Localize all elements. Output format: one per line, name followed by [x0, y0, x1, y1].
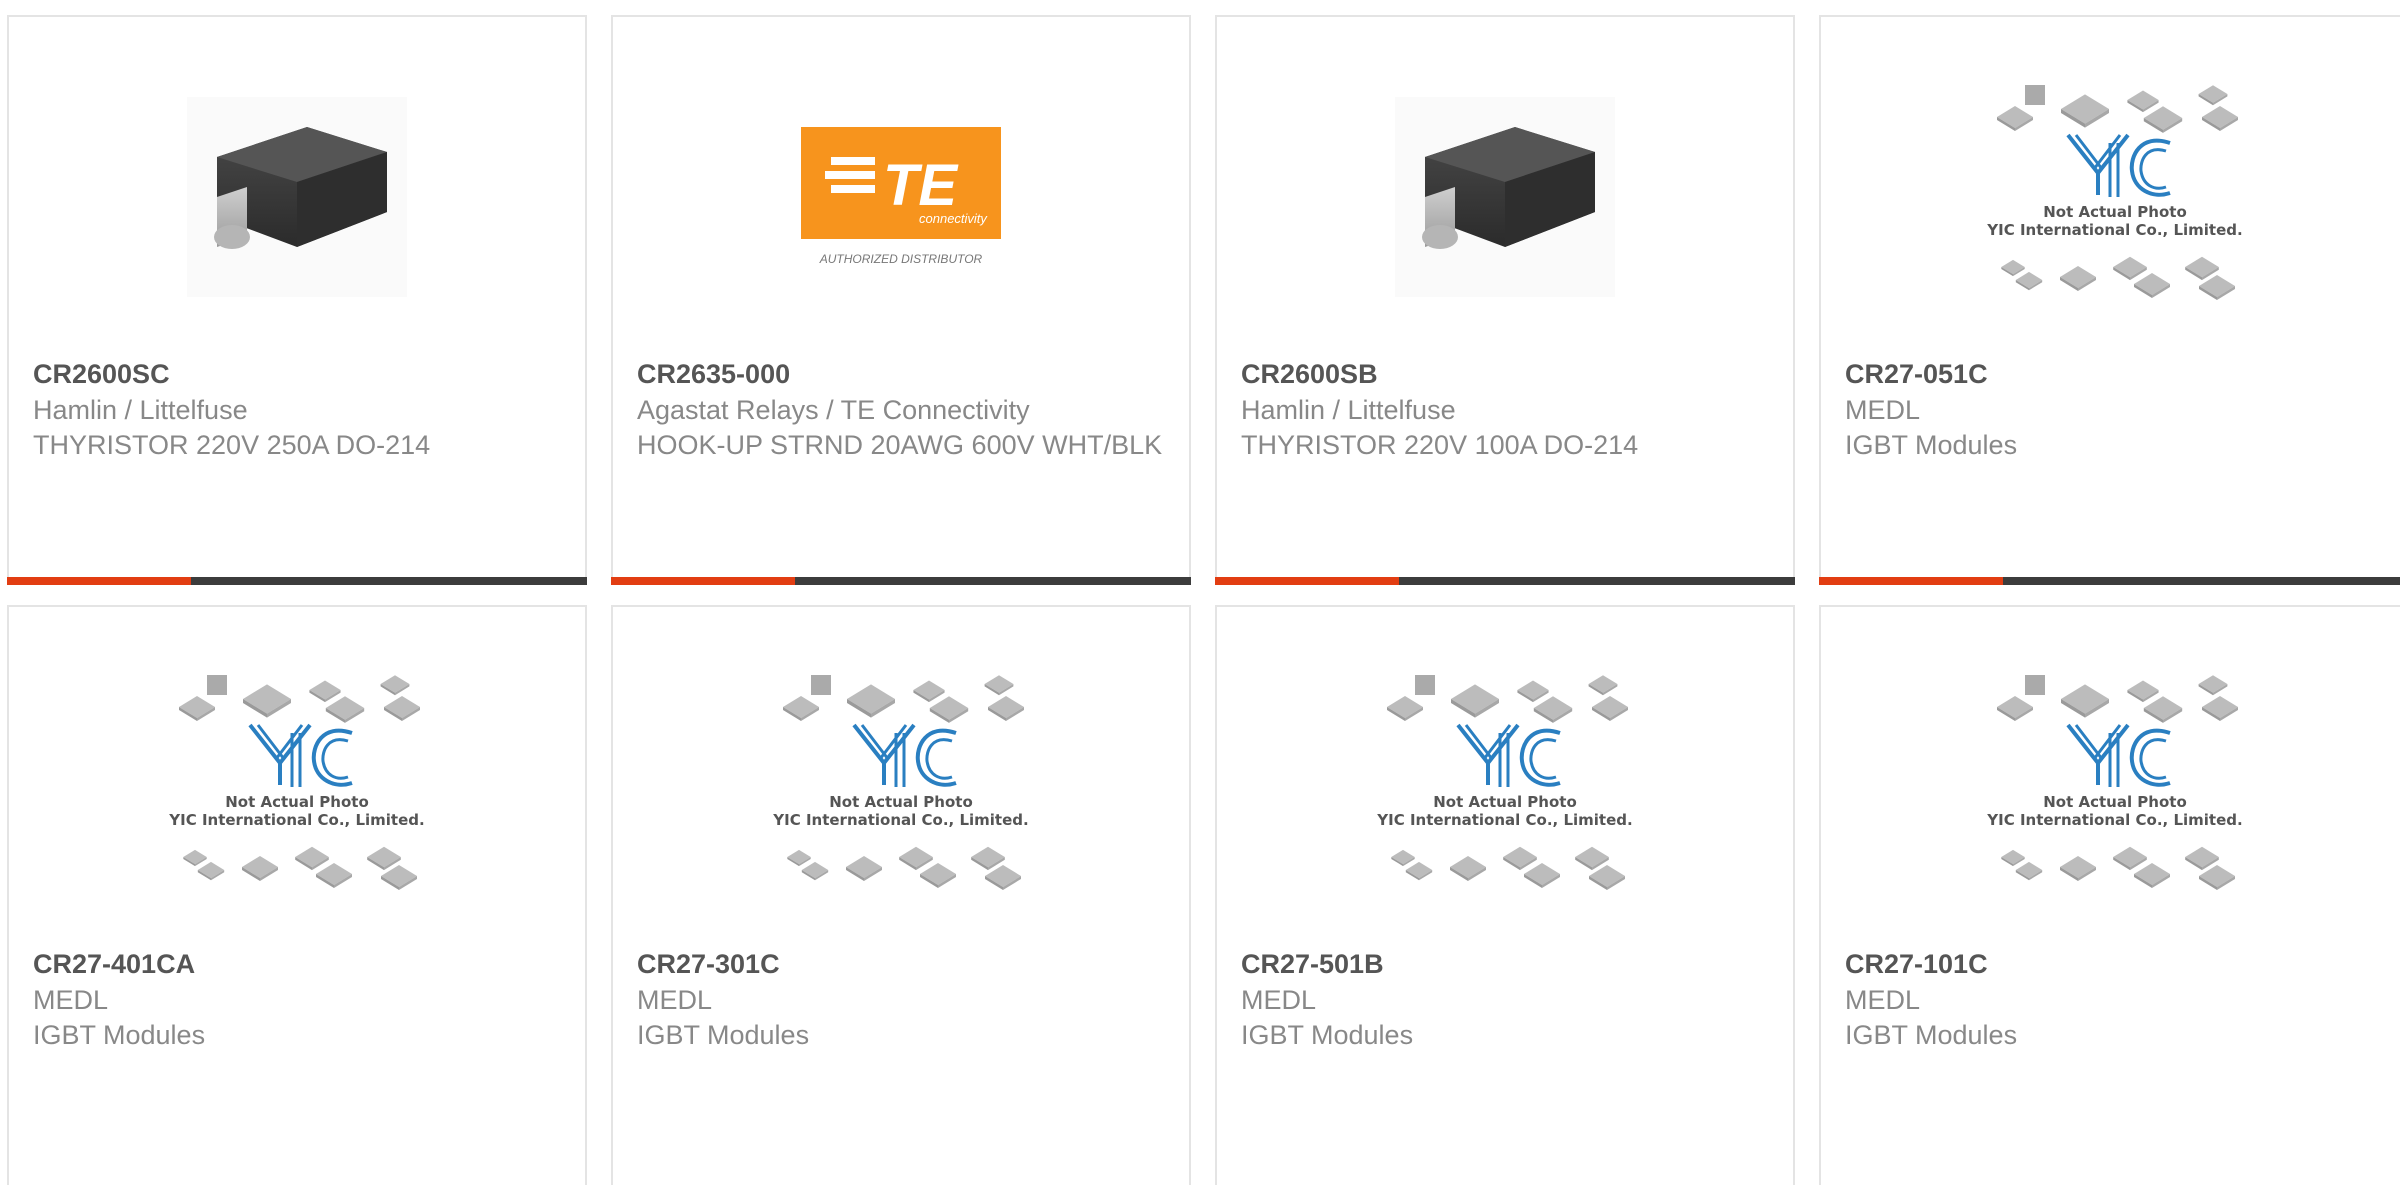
smd-package-photo — [187, 97, 407, 297]
part-number[interactable]: CR27-401CA — [33, 947, 565, 981]
description: IGBT Modules — [1845, 430, 2018, 460]
part-number[interactable]: CR27-101C — [1845, 947, 2389, 981]
card-accent-segment — [7, 577, 191, 585]
product-card[interactable]: TE connectivity AUTHORIZED DISTRIBUTOR C… — [611, 15, 1191, 585]
te-sub: connectivity — [919, 211, 988, 226]
placeholder-line1: Not Actual Photo — [1433, 793, 1577, 811]
product-card[interactable]: Not Actual Photo YIC International Co., … — [1819, 605, 2400, 1185]
part-number[interactable]: CR2635-000 — [637, 357, 1169, 391]
yic-placeholder-image: Not Actual Photo YIC International Co., … — [1376, 675, 1633, 890]
manufacturer: MEDL — [33, 985, 109, 1015]
product-image[interactable]: TE connectivity AUTHORIZED DISTRIBUTOR — [613, 77, 1189, 317]
manufacturer: Hamlin / Littelfuse — [1241, 395, 1456, 425]
part-number[interactable]: CR2600SB — [1241, 357, 1773, 391]
placeholder-line2: YIC International Co., Limited. — [1986, 811, 2242, 829]
product-image[interactable]: Not Actual Photo YIC International Co., … — [9, 667, 585, 907]
description: IGBT Modules — [637, 1020, 810, 1050]
part-number[interactable]: CR27-501B — [1241, 947, 1773, 981]
manufacturer: MEDL — [1241, 985, 1317, 1015]
card-accent-bar — [1819, 577, 2400, 585]
placeholder-line1: Not Actual Photo — [2043, 793, 2187, 811]
part-number[interactable]: CR27-051C — [1845, 357, 2389, 391]
product-image[interactable] — [1217, 77, 1793, 317]
manufacturer: MEDL — [1845, 985, 1921, 1015]
product-image[interactable]: Not Actual Photo YIC International Co., … — [613, 667, 1189, 907]
product-image[interactable]: Not Actual Photo YIC International Co., … — [1821, 77, 2400, 317]
yic-placeholder-image: Not Actual Photo YIC International Co., … — [168, 675, 425, 890]
product-card[interactable]: Not Actual Photo YIC International Co., … — [7, 605, 587, 1185]
description: IGBT Modules — [33, 1020, 206, 1050]
placeholder-line2: YIC International Co., Limited. — [1986, 221, 2242, 239]
description: THYRISTOR 220V 100A DO-214 — [1241, 430, 1639, 460]
te-brand: TE — [883, 153, 959, 218]
card-accent-bar — [1215, 577, 1795, 585]
placeholder-line2: YIC International Co., Limited. — [772, 811, 1028, 829]
description: HOOK-UP STRND 20AWG 600V WHT/BLK — [637, 430, 1163, 460]
part-number[interactable]: CR27-301C — [637, 947, 1169, 981]
product-image[interactable]: Not Actual Photo YIC International Co., … — [1217, 667, 1793, 907]
card-accent-segment — [1215, 577, 1399, 585]
placeholder-line2: YIC International Co., Limited. — [1376, 811, 1632, 829]
placeholder-line1: Not Actual Photo — [225, 793, 369, 811]
product-card[interactable]: Not Actual Photo YIC International Co., … — [611, 605, 1191, 1185]
product-image[interactable]: Not Actual Photo YIC International Co., … — [1821, 667, 2400, 907]
placeholder-line2: YIC International Co., Limited. — [168, 811, 424, 829]
yic-placeholder-image: Not Actual Photo YIC International Co., … — [1986, 675, 2243, 890]
product-card[interactable]: Not Actual Photo YIC International Co., … — [1215, 605, 1795, 1185]
yic-placeholder-image: Not Actual Photo YIC International Co., … — [772, 675, 1029, 890]
te-connectivity-logo: TE connectivity AUTHORIZED DISTRIBUTOR — [801, 127, 1001, 266]
manufacturer: MEDL — [637, 985, 713, 1015]
manufacturer: Agastat Relays / TE Connectivity — [637, 395, 1030, 425]
te-tagline: AUTHORIZED DISTRIBUTOR — [819, 252, 983, 266]
manufacturer: Hamlin / Littelfuse — [33, 395, 248, 425]
product-grid: CR2600SC Hamlin / Littelfuse THYRISTOR 2… — [0, 0, 2400, 1185]
manufacturer: MEDL — [1845, 395, 1921, 425]
card-accent-segment — [611, 577, 795, 585]
product-card[interactable]: CR2600SC Hamlin / Littelfuse THYRISTOR 2… — [7, 15, 587, 585]
smd-package-photo — [1395, 97, 1615, 297]
description: IGBT Modules — [1241, 1020, 1414, 1050]
product-card[interactable]: Not Actual Photo YIC International Co., … — [1819, 15, 2400, 585]
placeholder-line1: Not Actual Photo — [2043, 203, 2187, 221]
product-card[interactable]: CR2600SB Hamlin / Littelfuse THYRISTOR 2… — [1215, 15, 1795, 585]
card-accent-bar — [7, 577, 587, 585]
part-number[interactable]: CR2600SC — [33, 357, 565, 391]
card-accent-segment — [1819, 577, 2003, 585]
placeholder-line1: Not Actual Photo — [829, 793, 973, 811]
description: IGBT Modules — [1845, 1020, 2018, 1050]
card-accent-bar — [611, 577, 1191, 585]
product-image[interactable] — [9, 77, 585, 317]
yic-placeholder-image: Not Actual Photo YIC International Co., … — [1986, 85, 2243, 300]
description: THYRISTOR 220V 250A DO-214 — [33, 430, 431, 460]
